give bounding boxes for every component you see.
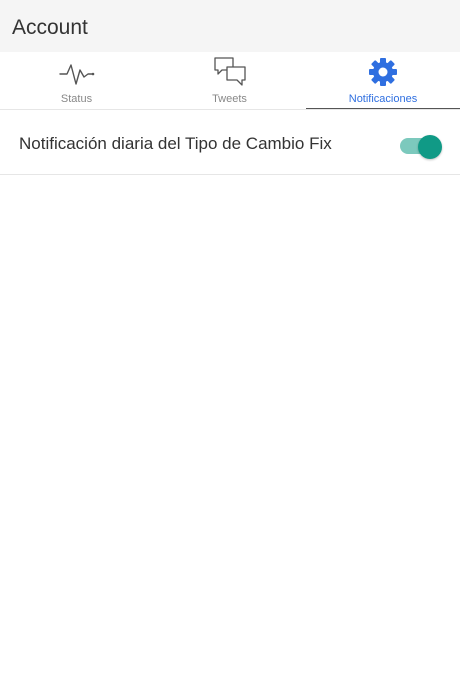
tab-tweets-label: Tweets (212, 93, 247, 105)
tab-notificaciones-label: Notificaciones (348, 93, 418, 105)
gear-icon (369, 58, 397, 86)
toggle-knob (418, 135, 442, 159)
tab-status-label: Status (60, 93, 93, 105)
setting-label: Notificación diaria del Tipo de Cambio F… (19, 134, 332, 153)
heartbeat-icon (58, 64, 94, 85)
tab-notificaciones[interactable]: Notificaciones (306, 52, 460, 110)
tab-bar: Status Tweets Notificaciones (0, 52, 460, 111)
tab-status[interactable]: Status (0, 52, 153, 110)
app-header: Account (0, 0, 460, 52)
page-title: Account (12, 16, 88, 39)
row-divider (0, 174, 460, 175)
chat-bubbles-icon (213, 57, 246, 86)
daily-notification-setting: Notificación diaria del Tipo de Cambio F… (0, 110, 460, 175)
tab-tweets[interactable]: Tweets (153, 52, 306, 110)
daily-notification-toggle[interactable] (400, 135, 444, 159)
